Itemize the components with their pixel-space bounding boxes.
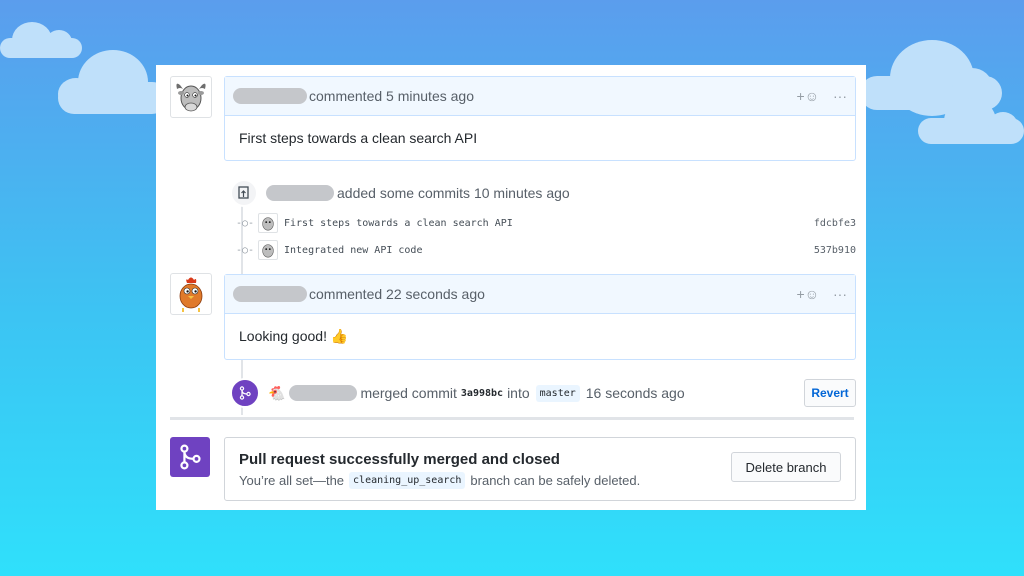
- merge-status-text: branch can be safely deleted.: [470, 473, 641, 488]
- cloud: [58, 50, 168, 114]
- comment-meta: commented 5 minutes ago: [309, 88, 474, 104]
- merge-status-text: You’re all set—the: [239, 473, 345, 488]
- comment-meta: commented 22 seconds ago: [309, 286, 485, 302]
- comment-body: Looking good! 👍: [239, 328, 349, 344]
- timeline-divider: [170, 417, 854, 420]
- smiley-icon[interactable]: +☺: [797, 88, 819, 104]
- target-branch[interactable]: master: [535, 384, 580, 402]
- merge-status-title: Pull request successfully merged and clo…: [239, 451, 560, 468]
- smiley-icon[interactable]: +☺: [797, 286, 819, 302]
- merge-time: 16 seconds ago: [585, 385, 685, 401]
- commit-icon: -○-: [236, 244, 255, 256]
- kebab-icon[interactable]: ···: [833, 88, 847, 104]
- redacted-username: [233, 88, 307, 104]
- comment-header: commented 22 seconds ago +☺ ···: [225, 275, 855, 314]
- pull-request-timeline: commented 5 minutes ago +☺ ··· First ste…: [156, 65, 866, 510]
- commit-row: -○- First steps towards a clean search A…: [236, 213, 856, 233]
- chicken-avatar-small: 🐔: [268, 384, 286, 401]
- commit-sha[interactable]: fdcbfe3: [814, 218, 856, 229]
- comment-header: commented 5 minutes ago +☺ ···: [225, 77, 855, 116]
- merge-status-box: Pull request successfully merged and clo…: [224, 437, 856, 501]
- commit-row: -○- Integrated new API code 537b910: [236, 240, 856, 260]
- repo-push-icon: [230, 179, 258, 207]
- commits-event-text: added some commits 10 minutes ago: [337, 185, 570, 201]
- git-merge-icon: [170, 437, 210, 477]
- source-branch[interactable]: cleaning_up_search: [349, 472, 466, 489]
- goat-avatar[interactable]: [170, 76, 212, 118]
- delete-branch-button[interactable]: Delete branch: [731, 452, 841, 482]
- redacted-username: [233, 286, 307, 302]
- cloud: [918, 98, 1024, 144]
- goat-avatar: [258, 213, 278, 233]
- commit-sha[interactable]: 537b910: [814, 245, 856, 256]
- goat-avatar: [258, 240, 278, 260]
- merge-status-description: You’re all set—the cleaning_up_search br…: [239, 472, 640, 489]
- git-merge-icon: [230, 378, 260, 408]
- kebab-icon[interactable]: ···: [833, 286, 847, 302]
- merge-event: 🐔 merged commit 3a998bc into master 16 s…: [230, 378, 856, 408]
- comment-body: First steps towards a clean search API: [239, 130, 478, 146]
- merge-commit-sha[interactable]: 3a998bc: [461, 388, 503, 399]
- commit-message[interactable]: First steps towards a clean search API: [284, 218, 513, 229]
- comment-card: commented 22 seconds ago +☺ ··· Looking …: [224, 274, 856, 360]
- merge-into-text: into: [507, 385, 530, 401]
- redacted-username: [289, 385, 358, 401]
- cloud: [0, 22, 82, 58]
- chicken-avatar[interactable]: [170, 273, 212, 315]
- commit-icon: -○-: [236, 217, 255, 229]
- merge-text: merged commit: [360, 385, 457, 401]
- redacted-username: [266, 185, 334, 201]
- commit-message[interactable]: Integrated new API code: [284, 245, 422, 256]
- commits-event: added some commits 10 minutes ago: [230, 179, 850, 207]
- comment-card: commented 5 minutes ago +☺ ··· First ste…: [224, 76, 856, 161]
- revert-button[interactable]: Revert: [804, 379, 856, 407]
